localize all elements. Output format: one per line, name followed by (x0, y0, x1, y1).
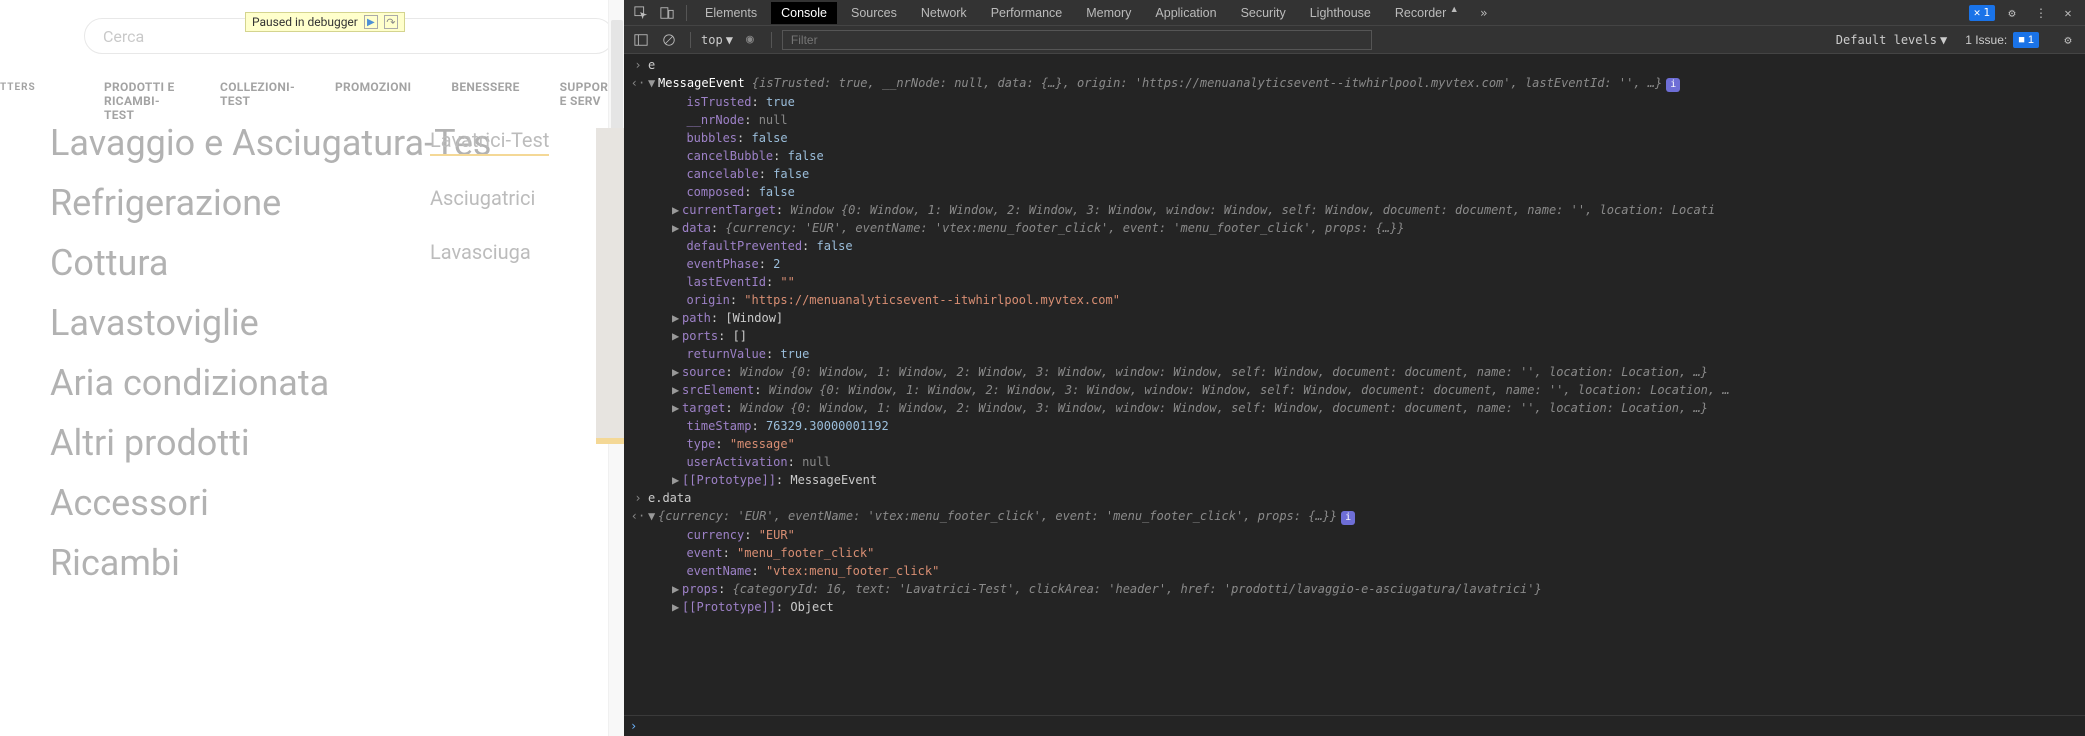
nav-item[interactable]: BENESSERE (451, 80, 519, 122)
object-property[interactable]: returnValue: true (624, 345, 2085, 363)
console-result[interactable]: ‹·▼MessageEvent {isTrusted: true, __nrNo… (624, 74, 2085, 93)
hero-image-fragment (596, 128, 624, 438)
subcategory-item[interactable]: Asciugatrici (430, 186, 549, 210)
issues-button[interactable]: 1 Issue: ■ 1 (1965, 32, 2039, 48)
object-property[interactable]: type: "message" (624, 435, 2085, 453)
category-item[interactable]: Cottura (50, 242, 492, 284)
close-icon[interactable]: ✕ (2057, 2, 2079, 24)
separator (686, 5, 687, 21)
debugger-paused-badge: Paused in debugger ▶ ↷ (245, 12, 405, 32)
object-property[interactable]: ▶srcElement: Window {0: Window, 1: Windo… (624, 381, 2085, 399)
step-over-icon[interactable]: ↷ (384, 15, 398, 29)
errors-badge[interactable]: ✕ 1 (1969, 5, 1995, 21)
object-property[interactable]: __nrNode: null (624, 111, 2085, 129)
object-property[interactable]: ▶[[Prototype]]: MessageEvent (624, 471, 2085, 489)
separator (690, 32, 691, 48)
nav-item[interactable]: PROMOZIONI (335, 80, 411, 122)
object-property[interactable]: ▶path: [Window] (624, 309, 2085, 327)
object-property[interactable]: currency: "EUR" (624, 526, 2085, 544)
category-item[interactable]: Ricambi (50, 542, 492, 584)
console-input-echo: ›e.data (624, 489, 2085, 507)
category-item[interactable]: Accessori (50, 482, 492, 524)
object-property[interactable]: ▶currentTarget: Window {0: Window, 1: Wi… (624, 201, 2085, 219)
devtools-panel: Elements Console Sources Network Perform… (624, 0, 2085, 736)
object-property[interactable]: ▶props: {categoryId: 16, text: 'Lavatric… (624, 580, 2085, 598)
filter-input[interactable] (782, 30, 1372, 50)
nav-item[interactable]: COLLEZIONI-TEST (220, 80, 295, 122)
category-item[interactable]: Refrigerazione (50, 182, 492, 224)
subcategory-list: Lavatrici-Test Asciugatrici Lavasciuga (430, 128, 549, 264)
kebab-menu-icon[interactable]: ⋮ (2029, 2, 2051, 24)
category-item[interactable]: Lavaggio e Asciugatura-Tes (50, 122, 492, 164)
console-result[interactable]: ‹·▼{currency: 'EUR', eventName: 'vtex:me… (624, 507, 2085, 526)
tab-recorder[interactable]: Recorder ▲ (1385, 0, 1469, 24)
context-select[interactable]: top ▼ (701, 33, 733, 47)
object-property[interactable]: eventName: "vtex:menu_footer_click" (624, 562, 2085, 580)
console-settings-icon[interactable]: ⚙ (2057, 29, 2079, 51)
object-property[interactable]: event: "menu_footer_click" (624, 544, 2085, 562)
object-property[interactable]: ▶ports: [] (624, 327, 2085, 345)
device-mode-icon[interactable] (656, 2, 678, 24)
object-property[interactable]: lastEventId: "" (624, 273, 2085, 291)
console-output[interactable]: ›e ‹·▼MessageEvent {isTrusted: true, __n… (624, 54, 2085, 715)
object-property[interactable]: timeStamp: 76329.30000001192 (624, 417, 2085, 435)
object-property[interactable]: isTrusted: true (624, 93, 2085, 111)
live-expression-icon[interactable]: ◉ (739, 29, 761, 51)
object-property[interactable]: ▶data: {currency: 'EUR', eventName: 'vte… (624, 219, 2085, 237)
console-input-echo: ›e (624, 56, 2085, 74)
info-icon[interactable]: i (1341, 511, 1355, 525)
object-property[interactable]: cancelable: false (624, 165, 2085, 183)
object-property[interactable]: ▶source: Window {0: Window, 1: Window, 2… (624, 363, 2085, 381)
object-property[interactable]: ▶target: Window {0: Window, 1: Window, 2… (624, 399, 2085, 417)
tab-lighthouse[interactable]: Lighthouse (1300, 2, 1381, 24)
primary-nav: PRODOTTI E RICAMBI-TEST COLLEZIONI-TEST … (0, 80, 624, 122)
console-prompt[interactable]: › (624, 715, 2085, 736)
devtools-tabbar: Elements Console Sources Network Perform… (624, 0, 2085, 26)
object-property[interactable]: bubbles: false (624, 129, 2085, 147)
object-property[interactable]: eventPhase: 2 (624, 255, 2085, 273)
object-property[interactable]: userActivation: null (624, 453, 2085, 471)
tab-memory[interactable]: Memory (1076, 2, 1141, 24)
category-item[interactable]: Aria condizionata (50, 362, 492, 404)
tab-application[interactable]: Application (1145, 2, 1226, 24)
tab-elements[interactable]: Elements (695, 2, 767, 24)
tab-sources[interactable]: Sources (841, 2, 907, 24)
separator (771, 32, 772, 48)
prompt-chevron-icon: › (630, 719, 646, 733)
tab-performance[interactable]: Performance (981, 2, 1073, 24)
website-pane: ol TTERS Cerca Paused in debugger ▶ ↷ PR… (0, 0, 624, 736)
inspect-icon[interactable] (630, 2, 652, 24)
resume-icon[interactable]: ▶ (364, 15, 378, 29)
category-item[interactable]: Lavastoviglie (50, 302, 492, 344)
paused-label: Paused in debugger (252, 15, 358, 29)
clear-console-icon[interactable] (658, 29, 680, 51)
tab-console[interactable]: Console (771, 2, 837, 24)
nav-item[interactable]: PRODOTTI E RICAMBI-TEST (104, 80, 180, 122)
tab-security[interactable]: Security (1231, 2, 1296, 24)
object-property[interactable]: composed: false (624, 183, 2085, 201)
info-icon[interactable]: i (1666, 78, 1680, 92)
sidebar-toggle-icon[interactable] (630, 29, 652, 51)
object-property[interactable]: defaultPrevented: false (624, 237, 2085, 255)
subcategory-item[interactable]: Lavasciuga (430, 240, 549, 264)
search-placeholder: Cerca (103, 27, 144, 46)
console-toolbar: top ▼ ◉ Default levels ▼ 1 Issue: ■ 1 ⚙ (624, 26, 2085, 54)
settings-icon[interactable]: ⚙ (2001, 2, 2023, 24)
object-property[interactable]: ▶[[Prototype]]: Object (624, 598, 2085, 616)
category-item[interactable]: Altri prodotti (50, 422, 492, 464)
tab-network[interactable]: Network (911, 2, 977, 24)
more-tabs-icon[interactable]: » (1473, 2, 1495, 24)
log-levels-select[interactable]: Default levels ▼ (1836, 33, 1947, 47)
object-property[interactable]: origin: "https://menuanalyticsevent--itw… (624, 291, 2085, 309)
subcategory-item[interactable]: Lavatrici-Test (430, 128, 549, 156)
category-list: Lavaggio e Asciugatura-Tes Refrigerazion… (50, 122, 492, 584)
object-property[interactable]: cancelBubble: false (624, 147, 2085, 165)
